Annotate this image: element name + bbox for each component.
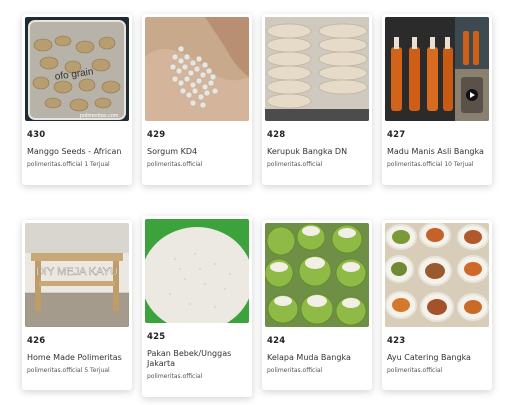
product-image[interactable] [145,219,249,323]
product-card[interactable]: 429 Sorgum KD4 polimeritas.official [142,14,252,185]
sold-count: 10 Terjual [444,161,474,168]
product-image[interactable]: DIY MEJA KAYU [25,223,129,327]
product-id: 423 [387,336,406,346]
product-image[interactable] [385,223,489,327]
seller-name[interactable]: polimeritas.official [387,367,442,374]
product-id: 425 [147,332,166,342]
product-card[interactable]: 428 Kerupuk Bangka DN polimeritas.offici… [262,14,372,185]
product-title[interactable]: Home Made Polimeritas [27,353,127,363]
seller-name[interactable]: polimeritas.official [147,373,202,380]
product-title[interactable]: Ayu Catering Bangka [387,353,487,363]
product-id: 430 [27,130,46,140]
product-card[interactable]: 425 Pakan Bebek/Unggas Jakarta polimerit… [142,216,252,397]
product-title[interactable]: Manggo Seeds - African [27,147,127,157]
product-image[interactable] [265,17,369,121]
product-id: 428 [267,130,286,140]
seller-name[interactable]: polimeritas.official [27,161,82,168]
seller-name[interactable]: polimeritas.official [267,367,322,374]
product-title[interactable]: Kelapa Muda Bangka [267,353,367,363]
product-id: 427 [387,130,406,140]
seller-name[interactable]: polimeritas.official [267,161,322,168]
product-title[interactable]: Kerupuk Bangka DN [267,147,367,157]
product-card[interactable]: 427 Madu Manis Asli Bangka polimeritas.o… [382,14,492,185]
product-card[interactable]: ofo grain polimeritas.com 430 Manggo See… [22,14,132,185]
seller-name[interactable]: polimeritas.official [27,367,82,374]
watermark-text: polimeritas.com [80,113,119,119]
sold-count: 1 Terjual [84,161,110,168]
product-id: 426 [27,336,46,346]
product-card[interactable]: 424 Kelapa Muda Bangka polimeritas.offic… [262,220,372,390]
product-card[interactable]: 423 Ayu Catering Bangka polimeritas.offi… [382,220,492,390]
product-id: 424 [267,336,286,346]
product-title[interactable]: Madu Manis Asli Bangka [387,147,487,157]
product-title[interactable]: Pakan Bebek/Unggas Jakarta [147,349,247,369]
product-card[interactable]: DIY MEJA KAYU 426 Home Made Polimeritas … [22,220,132,390]
overlay-text: DIY MEJA KAYU [36,266,118,278]
seller-name[interactable]: polimeritas.official [147,161,202,168]
product-title[interactable]: Sorgum KD4 [147,147,247,157]
sold-count: 5 Terjual [84,367,110,374]
product-id: 429 [147,130,166,140]
product-image[interactable] [265,223,369,327]
product-image[interactable] [385,17,489,121]
product-image[interactable] [145,17,249,121]
product-image[interactable]: ofo grain polimeritas.com [25,17,129,121]
seller-name[interactable]: polimeritas.official [387,161,442,168]
